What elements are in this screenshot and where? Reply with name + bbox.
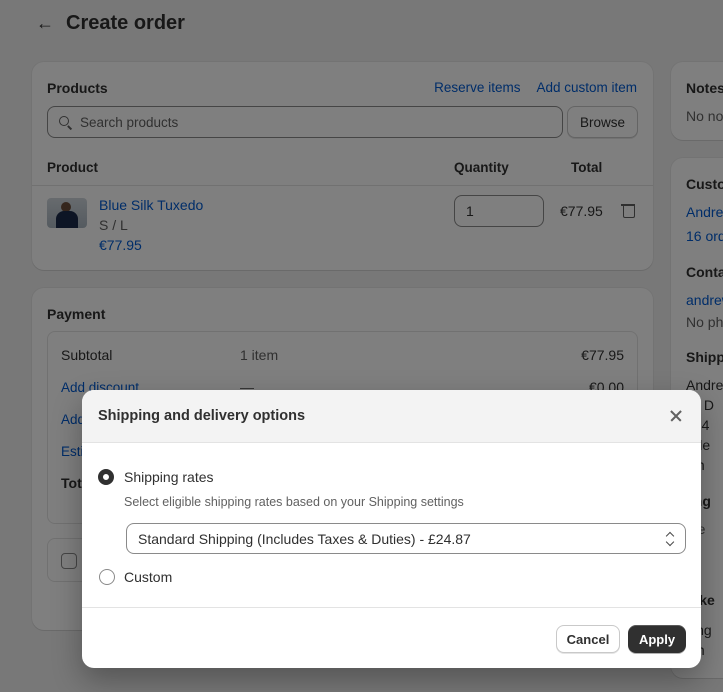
modal-footer: Cancel Apply xyxy=(82,607,701,668)
custom-label[interactable]: Custom xyxy=(124,569,172,585)
shipping-rates-label[interactable]: Shipping rates xyxy=(124,469,214,485)
selected-rate: Standard Shipping (Includes Taxes & Duti… xyxy=(138,530,471,547)
select-chevrons-icon xyxy=(665,532,675,546)
apply-button[interactable]: Apply xyxy=(628,625,686,653)
shipping-rates-radio[interactable] xyxy=(98,469,114,485)
modal-title: Shipping and delivery options xyxy=(98,408,306,424)
modal-header: Shipping and delivery options xyxy=(82,390,701,443)
custom-radio[interactable] xyxy=(99,569,115,585)
shipping-rates-help: Select eligible shipping rates based on … xyxy=(124,495,464,509)
cancel-button[interactable]: Cancel xyxy=(556,625,620,653)
shipping-options-modal: Shipping and delivery options Shipping r… xyxy=(82,390,701,668)
shipping-rate-select[interactable]: Standard Shipping (Includes Taxes & Duti… xyxy=(126,523,686,554)
close-icon[interactable] xyxy=(667,407,685,425)
